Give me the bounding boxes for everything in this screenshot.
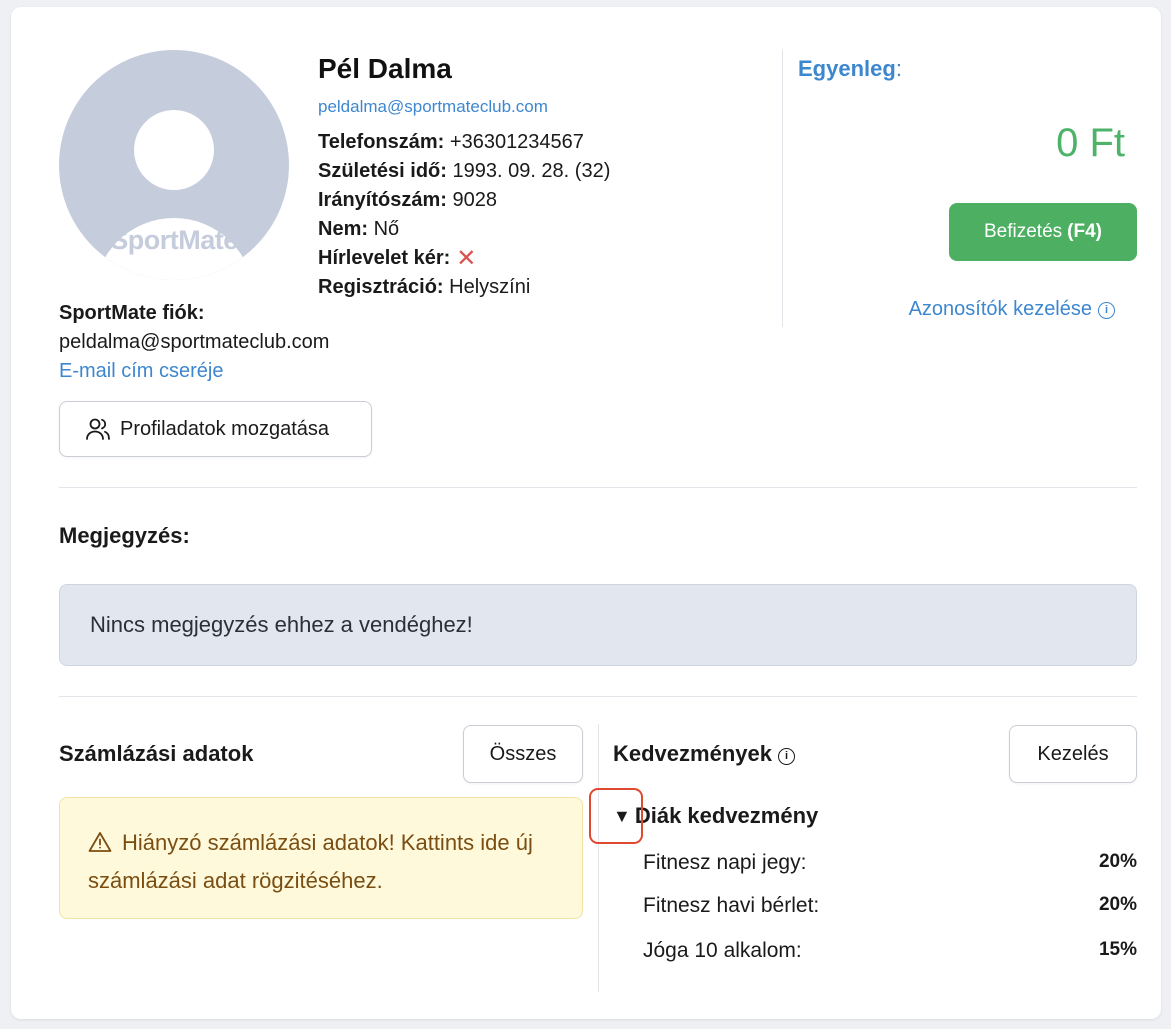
discount-label: Fitnesz havi bérlet: — [643, 894, 820, 917]
account-email: peldalma@sportmateclub.com — [59, 331, 330, 353]
avatar-head-shape — [134, 110, 214, 190]
section-divider — [59, 487, 1137, 488]
discount-value: 15% — [1098, 939, 1137, 960]
guest-profile-card: SportMate Pél Dalma peldalma@sportmatecl… — [11, 7, 1161, 1019]
detail-gender: Nem: Nő — [318, 215, 610, 244]
phone-label: Telefonszám: — [318, 131, 445, 153]
detail-newsletter: Hírlevelet kér: ✕ — [318, 244, 610, 273]
manage-ids-link[interactable]: Azonosítók kezelése i — [909, 298, 1115, 321]
warning-icon — [88, 832, 112, 852]
detail-birth: Születési idő: 1993. 09. 28. (32) — [318, 157, 610, 186]
all-billing-button[interactable]: Összes — [463, 725, 583, 783]
discount-group-name: Diák kedvezmény — [634, 803, 819, 828]
payment-button[interactable]: Befizetés (F4) — [949, 203, 1137, 261]
move-profile-label: Profiladatok mozgatása — [120, 417, 330, 440]
zip-value: 9028 — [452, 189, 498, 211]
balance-label-colon: : — [895, 56, 902, 81]
discount-value: 20% — [1098, 894, 1137, 915]
balance-amount: 0 Ft — [1056, 121, 1125, 165]
newsletter-label: Hírlevelet kér: — [318, 247, 451, 269]
birth-value: 1993. 09. 28. (32) — [452, 160, 611, 182]
guest-details: Telefonszám: +36301234567 Születési idő:… — [318, 128, 610, 302]
users-icon — [86, 418, 110, 440]
zip-label: Irányítószám: — [318, 189, 447, 211]
guest-email: peldalma@sportmateclub.com — [318, 97, 548, 116]
payment-shortcut: (F4) — [1067, 221, 1102, 242]
detail-registration: Regisztráció: Helyszíni — [318, 273, 610, 302]
discount-label: Jóga 10 alkalom: — [643, 939, 802, 962]
avatar-brand-logo: SportMate — [110, 225, 238, 255]
warning-text: Hiányzó számlázási adatok! Kattints ide … — [88, 830, 533, 893]
discount-row: Fitnesz havi bérlet: 20% — [643, 894, 1137, 918]
section-divider — [59, 696, 1137, 697]
note-text: Nincs megjegyzés ehhez a vendéghez! — [90, 612, 473, 637]
discounts-title-text: Kedvezmények — [613, 741, 772, 766]
discount-value: 20% — [1098, 851, 1137, 872]
manage-ids-label: Azonosítók kezelése — [908, 298, 1092, 320]
discount-group-toggle[interactable]: ▼ Diák kedvezmény — [613, 803, 818, 829]
vertical-divider — [598, 724, 599, 992]
guest-name: Pél Dalma — [318, 53, 452, 84]
discounts-title: Kedvezmények i — [613, 741, 795, 767]
close-icon: ✕ — [456, 245, 477, 272]
discount-row: Fitnesz napi jegy: 20% — [643, 851, 1137, 875]
phone-value: +36301234567 — [449, 131, 584, 153]
note-box: Nincs megjegyzés ehhez a vendéghez! — [59, 584, 1137, 666]
billing-title: Számlázási adatok — [59, 741, 254, 766]
gender-value: Nő — [373, 218, 400, 240]
balance-label-text: Egyenleg — [798, 56, 896, 81]
account-label: SportMate fiók: — [59, 302, 205, 324]
avatar: SportMate — [59, 50, 289, 280]
balance-label: Egyenleg: — [798, 56, 902, 82]
discount-row: Jóga 10 alkalom: 15% — [643, 939, 1137, 963]
discount-label: Fitnesz napi jegy: — [643, 851, 807, 874]
manage-discounts-label: Kezelés — [1037, 742, 1109, 765]
gender-label: Nem: — [318, 218, 369, 240]
registration-label: Regisztráció: — [318, 276, 444, 298]
payment-button-label: Befizetés — [984, 221, 1063, 242]
manage-discounts-button[interactable]: Kezelés — [1009, 725, 1137, 783]
birth-label: Születési idő: — [318, 160, 447, 182]
detail-zip: Irányítószám: 9028 — [318, 186, 610, 215]
vertical-divider — [782, 50, 783, 327]
detail-phone: Telefonszám: +36301234567 — [318, 128, 610, 157]
highlight-marker — [589, 788, 643, 844]
info-icon: i — [1098, 302, 1115, 319]
all-billing-label: Összes — [489, 742, 557, 765]
change-email-link[interactable]: E-mail cím cseréje — [59, 360, 223, 383]
move-profile-button[interactable]: Profiladatok mozgatása — [59, 401, 372, 457]
info-icon: i — [777, 748, 795, 765]
missing-billing-warning[interactable]: Hiányzó számlázási adatok! Kattints ide … — [59, 797, 583, 919]
note-label: Megjegyzés: — [59, 523, 190, 548]
registration-value: Helyszíni — [449, 276, 531, 298]
